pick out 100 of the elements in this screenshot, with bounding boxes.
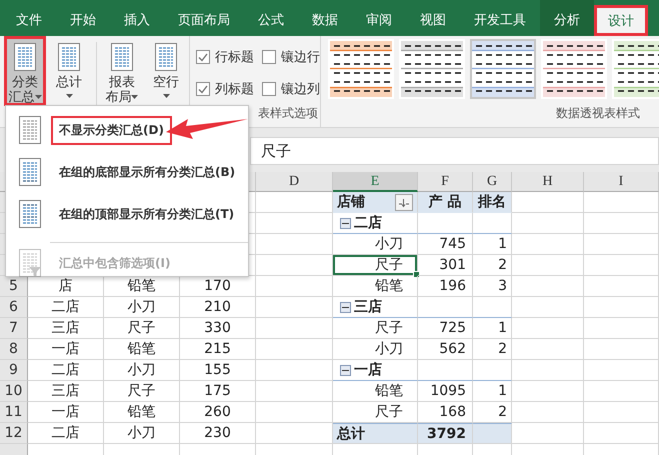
table-cell: 301: [418, 255, 473, 276]
checkbox-label[interactable]: 列标题: [215, 80, 254, 98]
row-number[interactable]: 11: [4, 404, 22, 420]
filter-button[interactable]: [395, 194, 413, 210]
table-style-thumbnail[interactable]: [541, 39, 607, 99]
table-cell: 一店: [28, 402, 104, 423]
checkbox[interactable]: [196, 50, 210, 64]
table-cell: 小刀: [104, 360, 180, 381]
table-cell: 1: [473, 318, 512, 339]
table-cell: 铅笔: [333, 276, 418, 297]
row-number[interactable]: 5: [9, 278, 18, 294]
row-header[interactable]: 12: [0, 423, 28, 444]
column-header[interactable]: E: [333, 172, 418, 192]
row-header[interactable]: 9: [0, 360, 28, 381]
formula-field[interactable]: 尺子: [250, 137, 659, 165]
row-number[interactable]: 9: [9, 362, 18, 378]
checkbox[interactable]: [262, 82, 276, 96]
empty-cell: [512, 255, 584, 276]
menu-item-label[interactable]: 不显示分类汇总(D): [51, 116, 172, 144]
group-label: 三店: [354, 298, 382, 317]
checkbox-label[interactable]: 行标题: [215, 48, 254, 66]
collapse-button[interactable]: [340, 218, 351, 228]
table-icon: [18, 199, 42, 229]
menu-item[interactable]: 在组的顶部显示所有分类汇总(T): [6, 193, 246, 235]
table-icon: [18, 115, 42, 145]
menu-item-label[interactable]: 在组的底部显示所有分类汇总(B): [51, 158, 244, 186]
row-header[interactable]: 6: [0, 297, 28, 318]
table-cell: 210: [180, 297, 256, 318]
total-label: 总计: [333, 423, 418, 444]
checkbox-label[interactable]: 镶边行: [281, 48, 320, 66]
table-cell: 155: [180, 360, 256, 381]
checkbox[interactable]: [196, 82, 210, 96]
row-number[interactable]: 10: [4, 383, 22, 399]
ribbon-tab[interactable]: 分析: [540, 0, 594, 36]
row-header[interactable]: 5: [0, 276, 28, 297]
menu-item[interactable]: 在组的底部显示所有分类汇总(B): [6, 151, 248, 193]
ribbon-button[interactable]: 分类汇总: [4, 36, 46, 106]
ribbon-tab[interactable]: 公式: [244, 0, 298, 36]
menu-item-label[interactable]: 在组的顶部显示所有分类汇总(T): [51, 200, 242, 228]
table-cell: 2: [473, 255, 512, 276]
table-cell: 2: [473, 339, 512, 360]
row-header[interactable]: 7: [0, 318, 28, 339]
row-header[interactable]: 8: [0, 339, 28, 360]
table-style-thumbnail[interactable]: [399, 39, 465, 99]
checkmark-icon: [198, 52, 208, 62]
menu-item[interactable]: 不显示分类汇总(D): [6, 109, 176, 151]
column-header[interactable]: D: [256, 172, 333, 192]
checkbox-label[interactable]: 镶边列: [281, 80, 320, 98]
empty-cell: [512, 213, 584, 234]
checkbox[interactable]: [262, 50, 276, 64]
table-cell: 1: [473, 381, 512, 402]
table-icon: [13, 42, 38, 72]
empty-cell: [512, 234, 584, 255]
table-style-thumbnail[interactable]: [328, 39, 394, 99]
table-style-thumbnail[interactable]: [470, 39, 536, 99]
ribbon-tab[interactable]: 文件: [2, 0, 56, 36]
column-header[interactable]: G: [473, 172, 512, 192]
ribbon-tab[interactable]: 数据: [298, 0, 352, 36]
row-number[interactable]: 7: [9, 320, 18, 336]
row-header[interactable]: 10: [0, 381, 28, 402]
table-cell: 二店: [28, 360, 104, 381]
row-number[interactable]: 8: [9, 341, 18, 357]
row-number[interactable]: 6: [9, 299, 18, 315]
caret-icon: [34, 95, 42, 100]
table-cell: 230: [180, 423, 256, 444]
column-header[interactable]: F: [418, 172, 473, 192]
table-icon: [110, 42, 134, 72]
table-cell: 小刀: [333, 339, 418, 360]
ribbon-button[interactable]: 空行: [144, 36, 188, 106]
table-style-thumbnail[interactable]: [612, 39, 659, 99]
ribbon-tab[interactable]: 开发工具: [460, 0, 540, 36]
ribbon-tab[interactable]: 页面布局: [164, 0, 244, 36]
ribbon-tab[interactable]: 插入: [110, 0, 164, 36]
ribbon-tab[interactable]: 开始: [56, 0, 110, 36]
table-cell: 小刀: [104, 423, 180, 444]
empty-cell: [512, 360, 584, 381]
row-header[interactable]: 11: [0, 402, 28, 423]
row-number[interactable]: 12: [4, 425, 22, 441]
column-header[interactable]: I: [584, 172, 659, 192]
table-cell: 562: [418, 339, 473, 360]
collapse-button[interactable]: [340, 302, 351, 312]
table-icon: [57, 42, 82, 72]
ribbon-button[interactable]: 报表布局: [100, 36, 143, 106]
ribbon-tab[interactable]: 审阅: [352, 0, 406, 36]
fill-handle[interactable]: [413, 271, 420, 278]
group-label: 二店: [354, 214, 382, 233]
column-header[interactable]: H: [512, 172, 584, 192]
table-cell: 尺子: [333, 318, 418, 339]
collapse-button[interactable]: [340, 364, 351, 376]
empty-cell: [473, 360, 512, 381]
table-cell: 260: [180, 402, 256, 423]
table-cell: 一店: [28, 339, 104, 360]
ribbon-tab[interactable]: 设计: [594, 5, 648, 36]
table-cell: 三店: [28, 381, 104, 402]
ribbon-button[interactable]: 总计: [48, 36, 90, 106]
empty-cell: [512, 318, 584, 339]
table-cell: 尺子: [104, 318, 180, 339]
sort-icon: [398, 196, 410, 208]
caret-icon: [162, 94, 170, 98]
ribbon-tab[interactable]: 视图: [406, 0, 460, 36]
